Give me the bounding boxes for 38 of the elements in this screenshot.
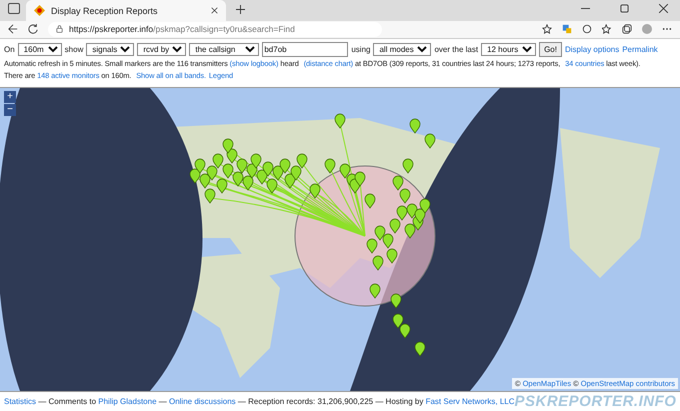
back-icon[interactable] [8, 24, 18, 34]
direction-select[interactable]: rcvd by [137, 42, 186, 56]
browser-tab[interactable]: Display Reception Reports [26, 0, 226, 22]
show-label: show [64, 44, 84, 54]
star-icon[interactable] [542, 24, 552, 34]
footer-link[interactable]: Philip Gladstone [98, 396, 157, 406]
over-label: over the last [434, 44, 478, 54]
go-button[interactable]: Go! [539, 42, 562, 57]
footer-link[interactable]: Online discussions [168, 396, 236, 406]
footer-text: Statistics — Comments to Philip Gladstone — Online discussions — Reception records: 31,206,900,225 — Hosting by Fast Serv Networks, LLC [4, 396, 514, 406]
address-field[interactable]: https://pskreporter.info/pskmap?callsign=ty0ru&search=Find [48, 22, 382, 37]
collections-icon[interactable] [622, 24, 632, 34]
lock-icon [56, 25, 63, 34]
tab-list-icon[interactable] [8, 3, 20, 14]
maximize-icon[interactable] [620, 4, 629, 14]
on-label: On [4, 44, 15, 54]
target-select[interactable]: the callsign [189, 42, 260, 56]
band-select[interactable]: 160m [18, 42, 62, 56]
close-icon[interactable] [659, 4, 668, 14]
footer-link[interactable]: Statistics [4, 396, 36, 406]
callsign-field[interactable]: bd7ob [262, 42, 348, 57]
footer-link[interactable]: Fast Serv Networks, LLC [426, 396, 514, 406]
site-logo: PSKREPORTER.INFO [514, 392, 676, 410]
favorites-icon[interactable] [602, 24, 612, 34]
using-label: using [351, 44, 370, 54]
zoom-in-button[interactable]: + [4, 90, 16, 103]
new-tab-icon[interactable] [236, 5, 245, 14]
mode-select[interactable]: all modes [373, 42, 432, 56]
header-link[interactable]: Display options [564, 44, 620, 54]
zoom-out-button[interactable]: − [4, 104, 16, 116]
diamond-icon [34, 5, 45, 16]
reload-icon[interactable] [28, 24, 38, 34]
extension-icon[interactable] [562, 24, 572, 34]
tab-title: Display Reception Reports [51, 6, 159, 16]
header-link[interactable]: Permalink [622, 44, 658, 54]
period-select[interactable]: 12 hours [481, 42, 536, 56]
close-icon[interactable] [211, 7, 218, 14]
what-select[interactable]: signals [86, 42, 134, 56]
